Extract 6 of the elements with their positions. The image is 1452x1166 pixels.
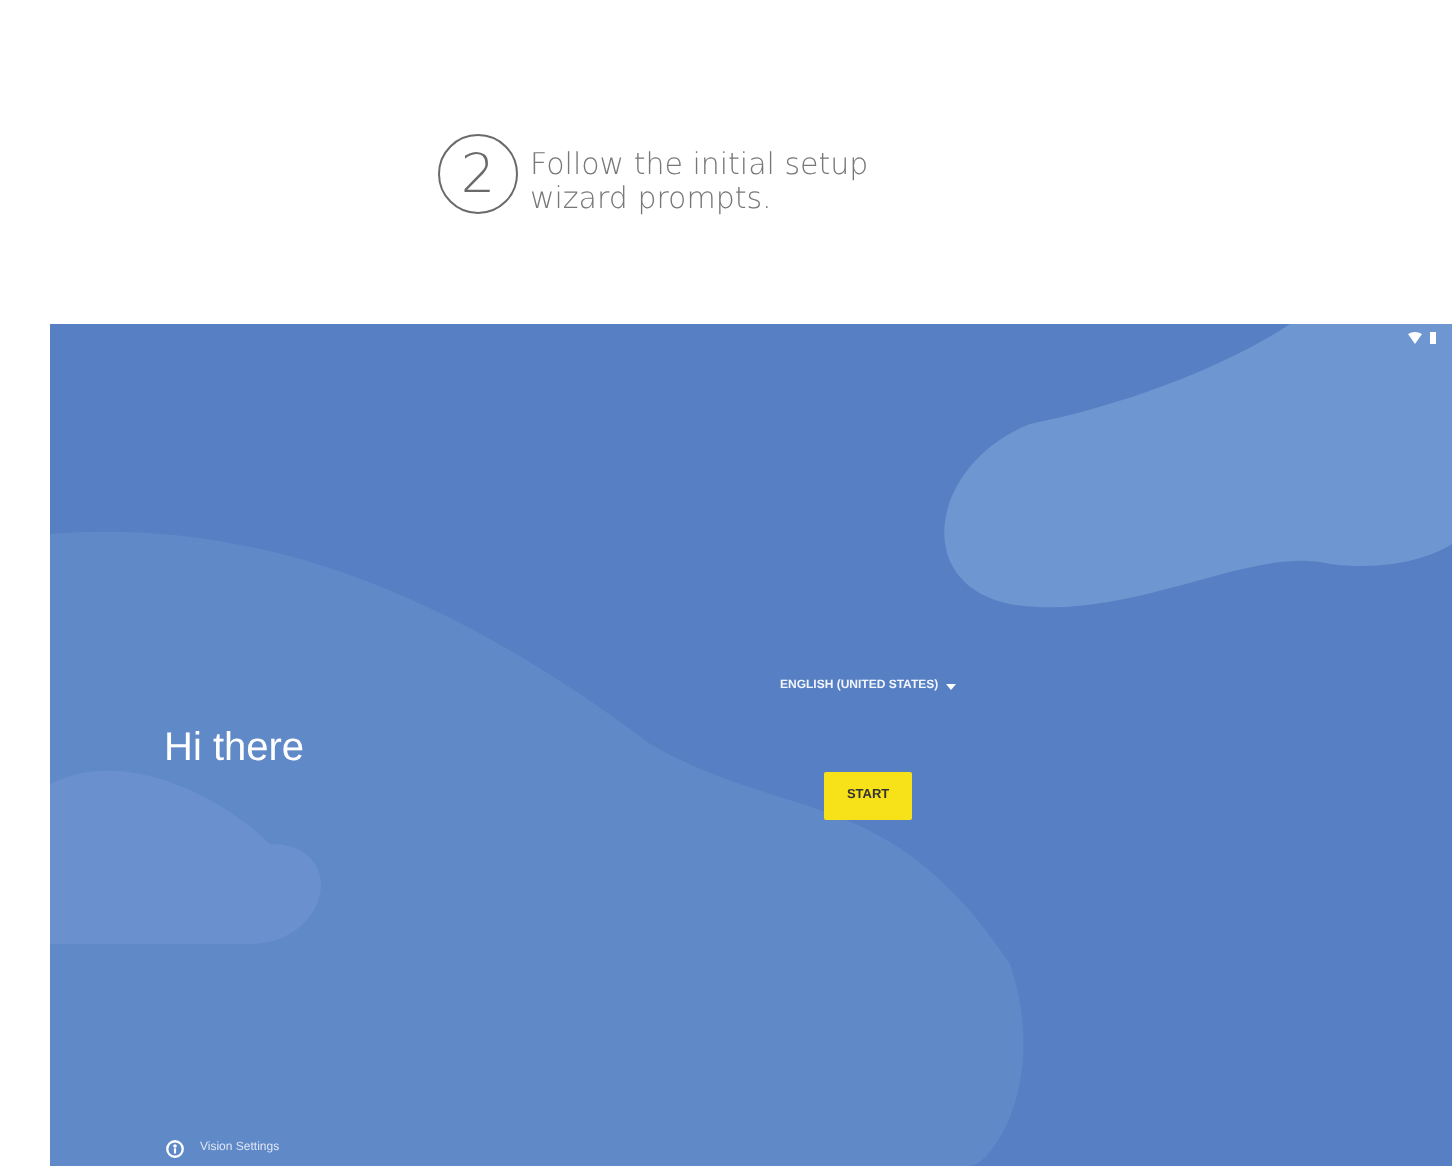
- wifi-icon: [1408, 332, 1422, 344]
- greeting-title: Hi there: [164, 724, 307, 775]
- step-number: 2: [438, 134, 518, 214]
- battery-icon: [1430, 332, 1436, 344]
- caret-icon: [946, 684, 957, 690]
- step-instruction: Follow the initial setup wizard prompts.: [530, 148, 871, 216]
